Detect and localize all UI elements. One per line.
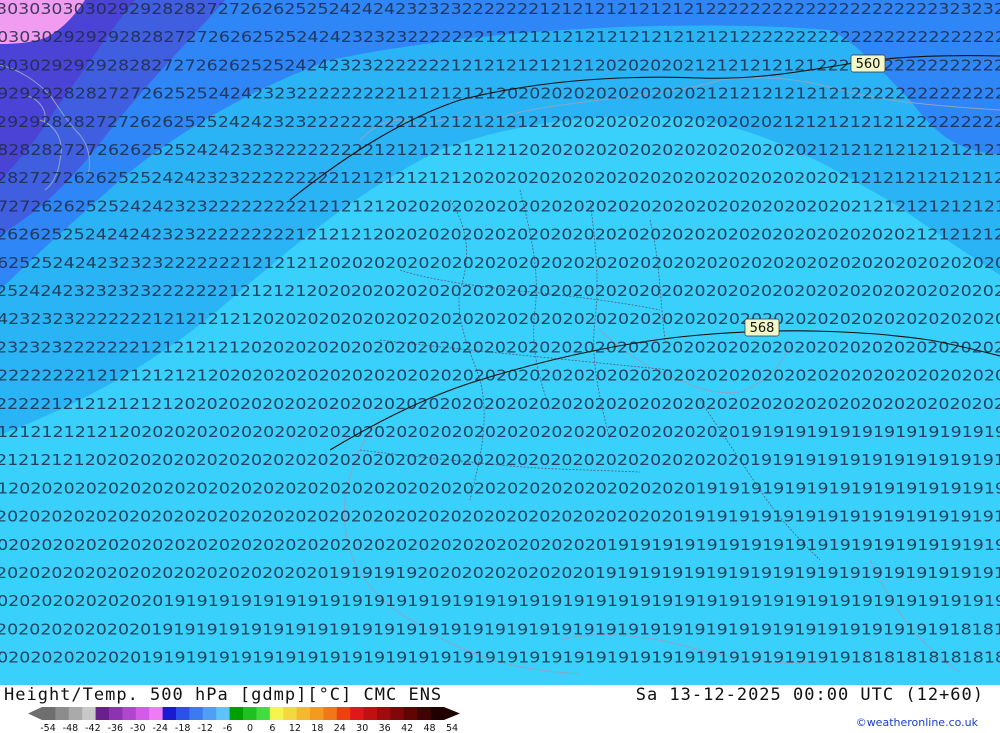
weather-map-screen: 3030303030292928282727262625252424242323… bbox=[0, 0, 1000, 733]
legend-color-bar bbox=[28, 707, 460, 720]
field-value-row: 2222222221212121212120202020202020202020… bbox=[0, 367, 1000, 385]
legend-tick-label: -42 bbox=[85, 723, 101, 732]
legend-tick-label: 30 bbox=[356, 723, 368, 732]
map-canvas: 3030303030292928282727262625252424242323… bbox=[0, 0, 1000, 685]
contour-label-560: 560 bbox=[850, 54, 886, 73]
field-value-row: 2020202020202020202020202020202020202020… bbox=[0, 536, 1000, 554]
legend-swatch bbox=[95, 707, 110, 720]
legend-tick-label: -36 bbox=[108, 723, 124, 732]
legend-swatch bbox=[122, 707, 137, 720]
legend-swatch bbox=[296, 707, 311, 720]
field-value-row: 2828282727262625252424232322222222212121… bbox=[0, 141, 1000, 159]
legend-swatch bbox=[390, 707, 405, 720]
field-value-row: 2929292828272726252524242323222222222121… bbox=[0, 85, 1000, 103]
legend-tick-label: 54 bbox=[446, 723, 458, 732]
legend-swatch bbox=[417, 707, 431, 720]
legend-tick-label: 0 bbox=[247, 723, 253, 732]
legend-tick-label: 48 bbox=[424, 723, 436, 732]
legend-tick-label: -12 bbox=[197, 723, 213, 732]
legend-swatch bbox=[377, 707, 391, 720]
legend-swatch bbox=[135, 707, 150, 720]
legend-swatch bbox=[216, 707, 230, 720]
legend-swatch bbox=[189, 707, 204, 720]
legend-tick-label: -24 bbox=[152, 723, 168, 732]
field-value-row: 2120202020202020202020202020202020202020… bbox=[0, 479, 1000, 497]
legend-swatch bbox=[82, 707, 96, 720]
legend-swatch bbox=[403, 707, 418, 720]
field-value-row: 2020202020202020191919191919191919191919… bbox=[0, 592, 1000, 610]
credit-link[interactable]: ©weatheronline.co.uk bbox=[856, 716, 978, 729]
field-value-row: 2121212121212020202020202020202020202020… bbox=[0, 423, 1000, 441]
legend-tick-label: -54 bbox=[40, 723, 56, 732]
legend-tick-label: 12 bbox=[289, 723, 301, 732]
field-value-row: 2929282827272626252524242323222222222121… bbox=[0, 113, 1000, 131]
legend-swatch bbox=[162, 707, 177, 720]
field-value-row: 2020202020202019191919191919191919191919… bbox=[0, 649, 1000, 667]
legend-swatch bbox=[350, 707, 364, 720]
legend-swatch bbox=[430, 707, 445, 720]
contour-label-568-text: 568 bbox=[750, 321, 775, 336]
field-value-row: 2626252524242423232222222221212121202020… bbox=[0, 226, 1000, 244]
legend-swatch bbox=[202, 707, 217, 720]
field-value-row: 2323232222222121212121202020202020202020… bbox=[0, 338, 1000, 356]
legend-tick-label: 36 bbox=[379, 723, 391, 732]
map-footer: Height/Temp. 500 hPa [gdmp][°C] CMC ENS … bbox=[0, 685, 1000, 733]
forecast-datetime: Sa 13-12-2025 00:00 UTC (12+60) bbox=[635, 685, 984, 705]
field-value-row: 2020202020202020202020202020201919191920… bbox=[0, 564, 1000, 582]
legend-arrow-left bbox=[28, 707, 42, 720]
legend-tick-label: -30 bbox=[130, 723, 146, 732]
legend-swatch bbox=[243, 707, 257, 720]
temperature-color-legend: -54 -48 -42 -36 -30 -24 -18 -12 -6 0 6 12 18 24 30 36 42… bbox=[28, 707, 460, 732]
map-title: Height/Temp. 500 hPa [gdmp][°C] CMC ENS bbox=[4, 685, 443, 705]
legend-arrow-right bbox=[444, 707, 460, 720]
legend-tick-label: -48 bbox=[63, 723, 79, 732]
field-value-row: 3030303030292928282727262625252424242323… bbox=[0, 0, 1000, 18]
legend-tick-label: 18 bbox=[311, 723, 323, 732]
field-value-row: 2222212121212121202020202020202020202020… bbox=[0, 395, 1000, 413]
field-value-row: 2827272626252524242323222222222121212121… bbox=[0, 169, 1000, 187]
field-value-row: 2020202020202019191919191919191919191919… bbox=[0, 620, 1000, 638]
legend-tick-label: 42 bbox=[401, 723, 413, 732]
legend-tick-label: 6 bbox=[269, 723, 275, 732]
contour-label-560-text: 560 bbox=[856, 57, 881, 72]
contour-label-568: 568 bbox=[744, 318, 780, 337]
field-value-row: 2423232322222221212121212020202020202020… bbox=[0, 310, 1000, 328]
field-value-row: 3030302929292828272726262525242423232322… bbox=[0, 28, 1000, 46]
legend-swatch bbox=[256, 707, 271, 720]
legend-swatch bbox=[42, 707, 56, 720]
legend-tick-label: 24 bbox=[334, 723, 346, 732]
field-value-row: 2121212120202020202020202020202020202020… bbox=[0, 451, 1000, 469]
legend-swatch bbox=[68, 707, 83, 720]
legend-swatch bbox=[229, 707, 244, 720]
field-value-row: 3030292929282827272626252524242323222222… bbox=[0, 56, 1000, 74]
legend-tick-label: -18 bbox=[175, 723, 191, 732]
legend-swatch bbox=[283, 707, 297, 720]
legend-swatch bbox=[109, 707, 123, 720]
field-value-row: 2020202020202020202020202020202020202020… bbox=[0, 508, 1000, 526]
legend-swatch bbox=[336, 707, 351, 720]
legend-tick-label: -6 bbox=[223, 723, 232, 732]
legend-swatch bbox=[269, 707, 284, 720]
legend-tick-labels: -54 -48 -42 -36 -30 -24 -18 -12 -6 0 6 12 18 24 30 36 42… bbox=[40, 723, 458, 732]
legend-swatch bbox=[310, 707, 324, 720]
field-value-row: 2727262625252424232322222222212121212020… bbox=[0, 197, 1000, 215]
legend-swatch bbox=[176, 707, 190, 720]
legend-swatch bbox=[55, 707, 70, 720]
field-value-row: 2625252424232323222222212121212020202020… bbox=[0, 254, 1000, 272]
legend-swatch bbox=[149, 707, 163, 720]
legend-swatch bbox=[323, 707, 338, 720]
legend-swatch bbox=[363, 707, 378, 720]
field-value-row: 2524242323232322222221212121202020202020… bbox=[0, 282, 1000, 300]
